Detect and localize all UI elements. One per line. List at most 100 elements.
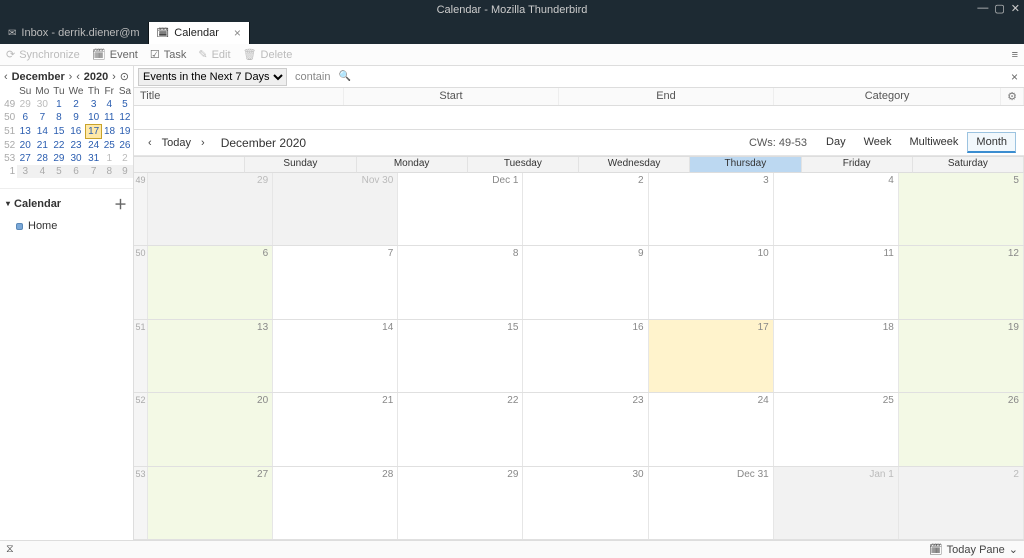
calendar-item-home[interactable]: Home (0, 218, 133, 234)
day-cell[interactable]: 15 (398, 320, 523, 392)
minical-day[interactable]: 17 (86, 125, 102, 139)
day-cell[interactable]: 12 (899, 246, 1024, 318)
day-cell[interactable]: 5 (899, 173, 1024, 245)
day-cell[interactable]: 23 (523, 393, 648, 465)
day-cell[interactable]: 16 (523, 320, 648, 392)
minical-day[interactable]: 28 (33, 152, 51, 165)
minical-day[interactable]: 24 (86, 139, 102, 153)
day-cell[interactable]: 24 (649, 393, 774, 465)
day-cell[interactable]: 19 (899, 320, 1024, 392)
col-start[interactable]: Start (344, 88, 559, 105)
minical-day[interactable]: 18 (102, 125, 117, 139)
day-cell[interactable]: 7 (273, 246, 398, 318)
day-cell[interactable]: 22 (398, 393, 523, 465)
minical-day[interactable]: 6 (17, 111, 33, 125)
day-cell[interactable]: 2 (899, 467, 1024, 539)
minical-day[interactable]: 29 (51, 152, 66, 165)
view-day[interactable]: Day (817, 132, 855, 153)
minical-day[interactable]: 3 (17, 165, 33, 178)
tab-calendar[interactable]: 🗓 Calendar × (149, 22, 250, 44)
task-button[interactable]: ☑Task (150, 48, 187, 61)
day-cell[interactable]: 29 (148, 173, 273, 245)
minical-day[interactable]: 8 (102, 165, 117, 178)
minical-day[interactable]: 9 (117, 165, 133, 178)
minical-day[interactable]: 11 (102, 111, 117, 125)
view-multiweek[interactable]: Multiweek (901, 132, 968, 153)
day-cell[interactable]: 4 (774, 173, 899, 245)
event-button[interactable]: 🗓Event (92, 48, 138, 61)
minical-day[interactable]: 30 (66, 152, 85, 165)
day-cell[interactable]: Dec 1 (398, 173, 523, 245)
view-month[interactable]: Month (967, 132, 1016, 153)
day-cell[interactable]: 6 (148, 246, 273, 318)
day-cell[interactable]: 14 (273, 320, 398, 392)
close-icon[interactable]: ✕ (1011, 2, 1020, 15)
day-cell[interactable]: 25 (774, 393, 899, 465)
next-period-icon[interactable]: › (195, 137, 211, 149)
day-cell[interactable]: 18 (774, 320, 899, 392)
tab-close-icon[interactable]: × (234, 26, 241, 40)
day-cell[interactable]: 20 (148, 393, 273, 465)
minical-day[interactable]: 7 (33, 111, 51, 125)
col-title[interactable]: Title (134, 88, 344, 105)
minical-day[interactable]: 30 (33, 98, 51, 111)
minical-month[interactable]: December (12, 71, 65, 83)
minical-day[interactable]: 20 (17, 139, 33, 153)
day-cell[interactable]: 10 (649, 246, 774, 318)
close-filter-icon[interactable]: × (1011, 70, 1018, 84)
minical-day[interactable]: 9 (66, 111, 85, 125)
minical-day[interactable]: 19 (117, 125, 133, 139)
day-cell[interactable]: 8 (398, 246, 523, 318)
minical-day[interactable]: 7 (86, 165, 102, 178)
minical-day[interactable]: 26 (117, 139, 133, 153)
day-cell[interactable]: 3 (649, 173, 774, 245)
minical-day[interactable]: 5 (51, 165, 66, 178)
day-cell[interactable]: Jan 1 (774, 467, 899, 539)
search-icon[interactable]: 🔍 (338, 71, 350, 82)
day-cell[interactable]: 27 (148, 467, 273, 539)
minical-day[interactable]: 16 (66, 125, 85, 139)
column-picker-icon[interactable]: ⚙ (1001, 88, 1024, 105)
day-cell[interactable]: Nov 30 (273, 173, 398, 245)
minical-day[interactable]: 2 (66, 98, 85, 111)
synchronize-button[interactable]: ⟳Synchronize (6, 48, 80, 61)
minical-day[interactable]: 12 (117, 111, 133, 125)
minical-day[interactable]: 22 (51, 139, 66, 153)
minical-day[interactable]: 25 (102, 139, 117, 153)
maximize-icon[interactable]: ▢ (994, 2, 1004, 15)
minical-day[interactable]: 31 (86, 152, 102, 165)
prev-period-icon[interactable]: ‹ (142, 137, 158, 149)
minical-day[interactable]: 5 (117, 98, 133, 111)
minical-day[interactable]: 3 (86, 98, 102, 111)
minical-day[interactable]: 21 (33, 139, 51, 153)
hamburger-menu-icon[interactable]: ≡ (1012, 49, 1018, 61)
minical-day[interactable]: 4 (102, 98, 117, 111)
day-cell[interactable]: 28 (273, 467, 398, 539)
day-cell[interactable]: 29 (398, 467, 523, 539)
minical-day[interactable]: 1 (102, 152, 117, 165)
minical-day[interactable]: 10 (86, 111, 102, 125)
minical-day[interactable]: 27 (17, 152, 33, 165)
day-cell[interactable]: 11 (774, 246, 899, 318)
chevron-down-icon[interactable]: ▾ (6, 199, 10, 208)
minical-day[interactable]: 4 (33, 165, 51, 178)
minical-day[interactable]: 6 (66, 165, 85, 178)
day-cell[interactable]: 17 (649, 320, 774, 392)
next-month-icon[interactable]: › (69, 71, 73, 83)
minical-day[interactable]: 15 (51, 125, 66, 139)
today-link[interactable]: Today (162, 137, 191, 149)
prev-month-icon[interactable]: ‹ (4, 71, 8, 83)
minical-day[interactable]: 8 (51, 111, 66, 125)
minical-day[interactable]: 14 (33, 125, 51, 139)
day-cell[interactable]: 26 (899, 393, 1024, 465)
minimize-icon[interactable]: — (977, 2, 988, 15)
prev-year-icon[interactable]: ‹ (76, 71, 80, 83)
minical-day[interactable]: 2 (117, 152, 133, 165)
minical-day[interactable]: 13 (17, 125, 33, 139)
view-week[interactable]: Week (855, 132, 901, 153)
minical-day[interactable]: 1 (51, 98, 66, 111)
minical-year[interactable]: 2020 (84, 71, 108, 83)
today-pane-toggle[interactable]: 🗓 Today Pane ⌄ (929, 543, 1018, 556)
delete-button[interactable]: 🗑Delete (243, 48, 293, 61)
col-category[interactable]: Category (774, 88, 1001, 105)
